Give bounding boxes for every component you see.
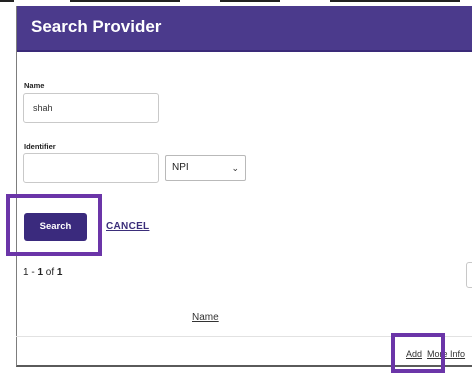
identifier-label: Identifier <box>24 142 56 151</box>
cut-text-fragment <box>330 0 460 2</box>
cut-text-fragment <box>220 0 280 2</box>
identifier-type-select[interactable]: NPI ⌄ <box>165 155 246 181</box>
add-highlight-box <box>391 333 445 373</box>
search-highlight-box <box>6 194 102 256</box>
column-header-name[interactable]: Name <box>192 312 219 323</box>
results-count: 1 - 1 of 1 <box>23 267 62 278</box>
identifier-input[interactable] <box>23 153 159 183</box>
identifier-type-value: NPI <box>172 162 189 173</box>
cancel-link[interactable]: CANCEL <box>106 221 149 232</box>
of-text: of <box>43 267 57 278</box>
name-label: Name <box>24 81 45 90</box>
name-input[interactable]: shah <box>23 93 159 123</box>
side-control[interactable] <box>466 262 472 288</box>
total-count: 1 <box>56 267 63 278</box>
cut-text-fragment <box>70 0 180 2</box>
page-title: Search Provider <box>31 17 162 36</box>
chevron-down-icon: ⌄ <box>231 163 239 173</box>
panel-header: Search Provider <box>17 6 472 52</box>
search-provider-panel: Search Provider <box>16 6 472 367</box>
cut-text-fragment <box>0 0 14 2</box>
